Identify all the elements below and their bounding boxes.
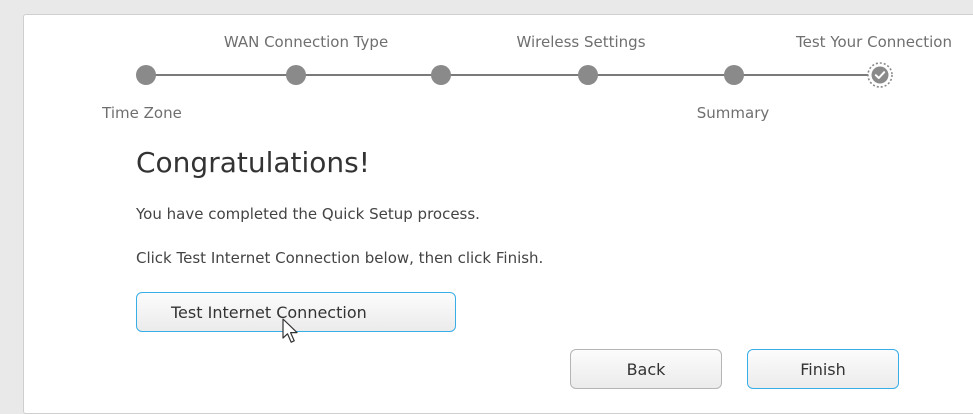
current-step-check-icon — [867, 62, 893, 88]
progress-line — [734, 74, 868, 76]
step-label-test-your-connection: Test Your Connection — [796, 33, 952, 51]
instruction-message: Click Test Internet Connection below, th… — [136, 249, 544, 267]
finish-button[interactable]: Finish — [747, 349, 899, 389]
mouse-cursor-icon — [282, 318, 298, 343]
step-dot-step-3 — [431, 65, 451, 85]
step-label-wan-connection-type: WAN Connection Type — [223, 33, 389, 51]
step-dot-time-zone — [136, 65, 156, 85]
step-dot-wireless-settings — [578, 65, 598, 85]
progress-line — [146, 74, 296, 76]
step-dot-summary — [724, 65, 744, 85]
back-button[interactable]: Back — [570, 349, 722, 389]
step-label-time-zone: Time Zone — [102, 104, 182, 122]
completion-message: You have completed the Quick Setup proce… — [136, 205, 480, 223]
progress-line — [441, 74, 588, 76]
page-title: Congratulations! — [136, 146, 370, 179]
step-label-summary: Summary — [696, 104, 770, 122]
progress-line — [296, 74, 441, 76]
progress-line — [588, 74, 734, 76]
step-label-wireless-settings: Wireless Settings — [516, 33, 646, 51]
step-dot-wan-connection-type — [286, 65, 306, 85]
